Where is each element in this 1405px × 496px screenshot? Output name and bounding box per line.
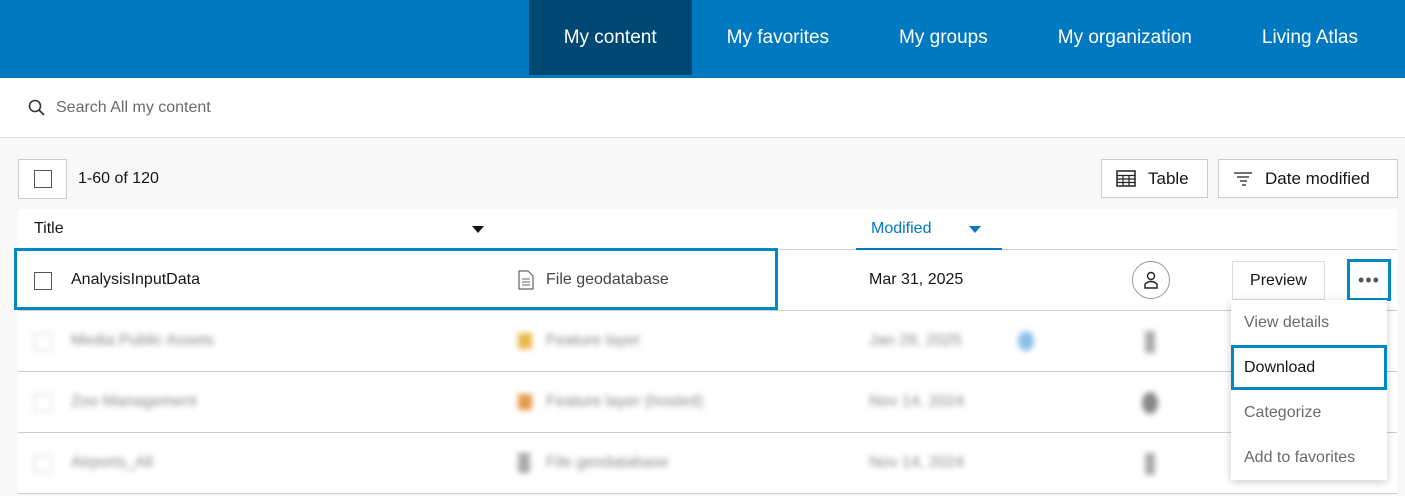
item-title[interactable]: Zoo Management	[71, 393, 196, 411]
content-table: Title Modified AnalysisInputData File ge…	[14, 209, 1397, 494]
feature-layer-icon	[518, 394, 532, 410]
item-type: File geodatabase	[546, 454, 669, 471]
top-nav: My content My favorites My groups My org…	[0, 0, 1405, 78]
owner-icon	[1145, 331, 1155, 353]
menu-item-categorize[interactable]: Categorize	[1231, 390, 1387, 435]
item-title[interactable]: Media Public Assets	[71, 332, 214, 350]
item-type: Feature layer	[546, 332, 641, 349]
sort-icon	[1234, 171, 1252, 186]
file-icon	[518, 453, 530, 473]
owner-icon	[1142, 392, 1158, 414]
item-type: File geodatabase	[546, 271, 669, 288]
modified-header-label: Modified	[871, 220, 932, 237]
shared-icon	[1018, 331, 1034, 351]
menu-item-download[interactable]: Download	[1231, 345, 1387, 390]
item-modified: Nov 14, 2024	[869, 393, 965, 410]
search-bar	[0, 78, 1405, 138]
sort-button[interactable]: Date modified	[1218, 159, 1398, 198]
owner-icon	[1145, 453, 1155, 475]
table-header: Title Modified	[18, 209, 1397, 250]
table-icon	[1116, 170, 1136, 187]
item-modified: Mar 31, 2025	[869, 271, 964, 288]
table-view-button[interactable]: Table	[1101, 159, 1208, 198]
owner-icon[interactable]	[1132, 261, 1170, 299]
tab-my-organization[interactable]: My organization	[1023, 0, 1227, 75]
item-count: 1-60 of 120	[78, 170, 159, 187]
feature-layer-icon	[518, 333, 532, 349]
search-icon	[28, 99, 45, 116]
file-icon	[518, 270, 534, 290]
tab-my-favorites[interactable]: My favorites	[692, 0, 864, 75]
item-title[interactable]: Airports_All	[71, 454, 153, 472]
more-options-icon[interactable]: •••	[1347, 259, 1391, 301]
table-row[interactable]: AnalysisInputData File geodatabase Mar 3…	[14, 248, 1397, 311]
table-view-label: Table	[1148, 168, 1189, 188]
title-column-header[interactable]: Title	[34, 220, 64, 238]
row-checkbox[interactable]	[34, 333, 52, 351]
row-checkbox[interactable]	[34, 455, 52, 473]
title-dropdown-icon[interactable]	[472, 226, 484, 233]
table-row[interactable]: Media Public Assets Feature layer Jan 28…	[18, 311, 1397, 372]
menu-item-add-to-favorites[interactable]: Add to favorites	[1231, 435, 1387, 480]
item-modified: Jan 28, 2025	[869, 332, 962, 349]
more-options-menu: View details Download Categorize Add to …	[1231, 300, 1387, 480]
sort-desc-icon	[969, 226, 981, 233]
tab-my-groups[interactable]: My groups	[864, 0, 1023, 75]
preview-button[interactable]: Preview	[1232, 261, 1325, 300]
menu-item-view-details[interactable]: View details	[1231, 300, 1387, 345]
table-row[interactable]: Zoo Management Feature layer (hosted) No…	[18, 372, 1397, 433]
tab-living-atlas[interactable]: Living Atlas	[1227, 0, 1405, 75]
search-input[interactable]	[56, 98, 656, 117]
row-checkbox[interactable]	[34, 272, 52, 290]
select-all-checkbox[interactable]	[18, 159, 67, 199]
item-title[interactable]: AnalysisInputData	[71, 271, 200, 289]
row-checkbox[interactable]	[34, 394, 52, 412]
sort-label: Date modified	[1265, 168, 1370, 188]
item-type: Feature layer (hosted)	[546, 393, 704, 410]
tab-my-content[interactable]: My content	[528, 0, 692, 75]
table-row[interactable]: Airports_All File geodatabase Nov 14, 20…	[18, 433, 1397, 494]
item-modified: Nov 14, 2024	[869, 454, 965, 471]
modified-column-header[interactable]: Modified	[856, 209, 1002, 250]
